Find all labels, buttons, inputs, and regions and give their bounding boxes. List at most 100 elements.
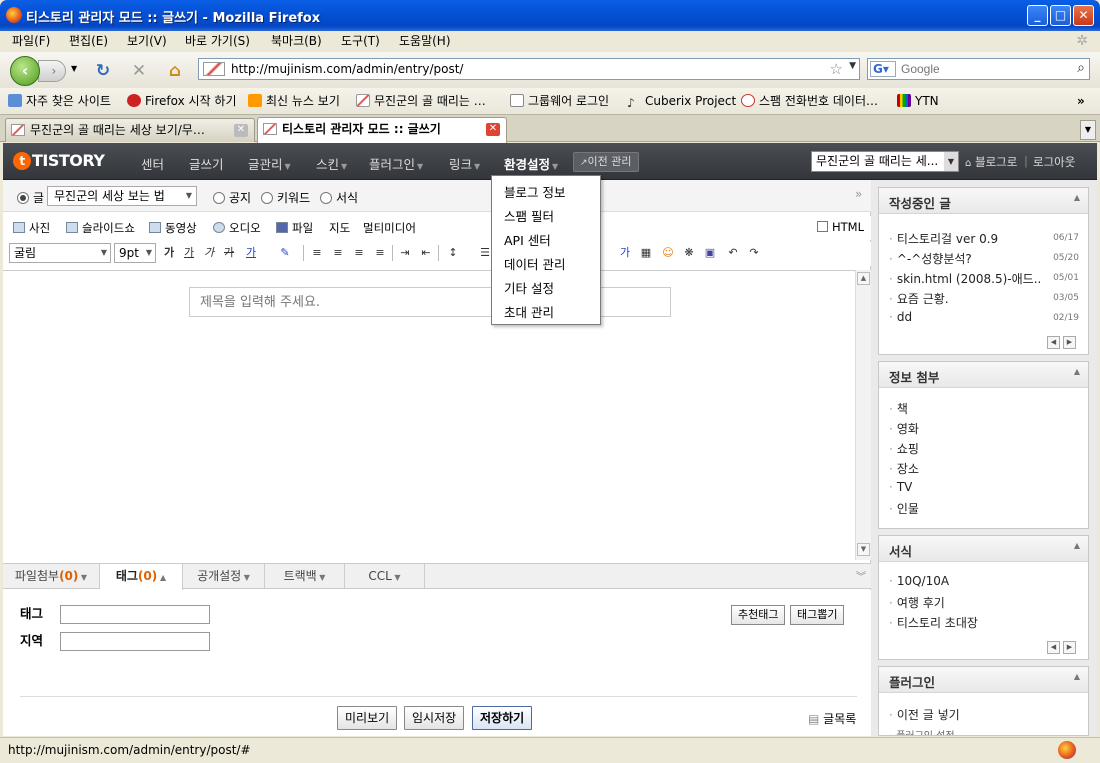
tab-tistory-admin[interactable]: 티스토리 관리자 모드 :: 글쓰기 ✕ [257, 117, 507, 143]
font-size-select[interactable]: 9pt ▼ [114, 243, 156, 263]
tab-tag[interactable]: 태그(0) ▲ [100, 564, 183, 590]
draft-item[interactable]: skin.html (2008.5)-애드.. [889, 270, 1042, 287]
nav-settings[interactable]: 환경설정 ▼ [504, 154, 558, 173]
collapse-icon[interactable]: ︾ [856, 568, 866, 583]
menu-edit[interactable]: 편집(E) [69, 31, 108, 52]
tab-visibility[interactable]: 공개설정 ▼ [183, 564, 265, 589]
search-icon[interactable]: ⌕ [1077, 60, 1085, 76]
expand-icon[interactable]: » [855, 187, 862, 201]
nav-post-manage[interactable]: 글관리 ▼ [248, 154, 291, 173]
menu-view[interactable]: 보기(V) [127, 31, 167, 52]
special-symbol-icon[interactable]: ❋ [679, 244, 699, 262]
strikethrough-button[interactable]: 가 [219, 244, 239, 262]
insert-audio-button[interactable]: 오디오 [213, 220, 261, 236]
post-list-link[interactable]: ▤ 글목록 [808, 710, 856, 727]
extract-tag-button[interactable]: 태그뽑기 [790, 605, 845, 625]
menu-go[interactable]: 바로 가기(S) [185, 31, 250, 52]
plugin-item[interactable]: 이전 글 넣기 [889, 706, 960, 723]
next-page-icon[interactable]: ▶ [1063, 641, 1076, 654]
italic-button[interactable]: 가 [199, 244, 219, 262]
previous-manage-button[interactable]: ↗이전 관리 [573, 152, 639, 172]
underline-button[interactable]: 가 [179, 244, 199, 262]
preview-button[interactable]: 미리보기 [337, 706, 398, 730]
bookmark-mujin[interactable]: 무진군의 골 때리는 … [356, 92, 486, 110]
html-mode-checkbox[interactable]: HTML [817, 220, 864, 234]
plugin-item[interactable]: 플러그인 설정 [889, 727, 954, 735]
form-item[interactable]: 10Q/10A [889, 574, 949, 588]
temp-save-button[interactable]: 임시저장 [404, 706, 465, 730]
info-item[interactable]: TV [889, 480, 913, 494]
bookmark-firefox-start[interactable]: Firefox 시작 하기 [127, 92, 237, 110]
special-char-icon[interactable]: 가 [615, 244, 635, 262]
bold-button[interactable]: 가 [159, 244, 179, 262]
search-box[interactable]: G▾ ⌕ [867, 58, 1090, 80]
line-height-icon[interactable]: ↕ [443, 244, 463, 262]
scroll-up-icon[interactable]: ▲ [857, 272, 870, 285]
url-dropdown-icon[interactable]: ▼ [849, 61, 856, 71]
insert-multimedia-button[interactable]: 멀티미디어 [363, 220, 416, 236]
nav-skin[interactable]: 스킨 ▼ [316, 154, 347, 173]
close-window-button[interactable]: ✕ [1073, 5, 1094, 26]
google-engine-icon[interactable]: G▾ [870, 61, 896, 77]
address-bar[interactable]: http://mujinism.com/admin/entry/post/ ☆ … [198, 58, 860, 80]
bookmark-cuberix[interactable]: ♪ Cuberix Project [627, 92, 736, 110]
recommend-tag-button[interactable]: 추천태그 [731, 605, 786, 625]
panel-header[interactable]: 서식 ▲ [879, 536, 1088, 562]
bookmarks-overflow-icon[interactable]: » [1077, 92, 1085, 110]
tag-input[interactable] [60, 605, 210, 624]
tab-list-dropdown-icon[interactable]: ▼ [1080, 120, 1096, 140]
close-tab-icon[interactable]: ✕ [486, 123, 500, 136]
reload-icon[interactable]: ↻ [92, 60, 114, 82]
info-item[interactable]: 쇼핑 [889, 440, 919, 457]
tab-mujin-blog[interactable]: 무진군의 골 때리는 세상 보기/무… ✕ [5, 118, 255, 142]
nav-center[interactable]: 센터 [141, 154, 164, 173]
form-item[interactable]: 티스토리 초대장 [889, 614, 978, 631]
font-color-button[interactable]: 가 [241, 244, 261, 262]
menu-item-invite-manage[interactable]: 초대 관리 [504, 302, 554, 321]
logout-link[interactable]: 로그아웃 [1033, 154, 1075, 170]
bookmark-ytn[interactable]: YTN [897, 92, 939, 110]
outdent-icon[interactable]: ⇤ [416, 244, 436, 262]
save-button[interactable]: 저장하기 [472, 706, 533, 730]
radio-template[interactable]: 서식 [320, 189, 358, 206]
scroll-down-icon[interactable]: ▼ [857, 543, 870, 556]
collapse-icon[interactable]: ▲ [1074, 672, 1080, 681]
save-icon[interactable]: ▣ [700, 244, 720, 262]
collapse-icon[interactable]: ▲ [1074, 541, 1080, 550]
close-tab-icon[interactable]: ✕ [234, 124, 248, 137]
url-text[interactable]: http://mujinism.com/admin/entry/post/ [231, 62, 463, 76]
radio-notice[interactable]: 공지 [213, 189, 251, 206]
bookmark-news[interactable]: 최신 뉴스 보기 [248, 92, 340, 110]
draft-item[interactable]: 요즘 근황. [889, 290, 949, 307]
nav-plugin[interactable]: 플러그인 ▼ [369, 154, 423, 173]
blog-select[interactable]: 무진군의 골 때리는 세... ▼ [811, 151, 959, 172]
tab-trackback[interactable]: 트랙백 ▼ [265, 564, 345, 589]
insert-map-button[interactable]: 지도 [329, 220, 350, 236]
menu-item-spam-filter[interactable]: 스팸 필터 [504, 206, 554, 225]
insert-slideshow-button[interactable]: 슬라이드쇼 [66, 220, 135, 236]
bookmark-star-icon[interactable]: ☆ [830, 60, 843, 78]
category-select[interactable]: 무진군의 세상 보는 법 ▼ [47, 186, 197, 206]
indent-icon[interactable]: ⇥ [395, 244, 415, 262]
info-item[interactable]: 책 [889, 400, 908, 417]
align-center-icon[interactable]: ≡ [328, 244, 348, 262]
font-select[interactable]: 굴림 ▼ [9, 243, 111, 263]
collapse-icon[interactable]: ▲ [1074, 367, 1080, 376]
back-button[interactable]: ‹ [10, 56, 40, 86]
content-area[interactable] [3, 270, 855, 560]
forward-button[interactable]: › [38, 60, 66, 82]
menu-file[interactable]: 파일(F) [12, 31, 50, 52]
tab-attachment[interactable]: 파일첨부(0) ▼ [3, 564, 100, 589]
content-scrollbar[interactable]: ▲ ▼ [855, 270, 871, 560]
tab-ccl[interactable]: CCL ▼ [345, 564, 425, 589]
menu-item-api-center[interactable]: API 센터 [504, 230, 551, 249]
insert-file-button[interactable]: 파일 [276, 220, 313, 236]
blog-home-link[interactable]: ⌂ 블로그로 [965, 154, 1017, 170]
undo-icon[interactable]: ↶ [723, 244, 743, 262]
tistory-logo[interactable]: t TISTORY [13, 151, 105, 170]
draft-item[interactable]: 티스토리걸 ver 0.9 [889, 230, 998, 247]
maximize-button[interactable]: □ [1050, 5, 1071, 26]
align-justify-icon[interactable]: ≡ [370, 244, 390, 262]
menu-tools[interactable]: 도구(T) [341, 31, 380, 52]
bookmark-groupware[interactable]: 그룹웨어 로그인 [510, 92, 609, 110]
